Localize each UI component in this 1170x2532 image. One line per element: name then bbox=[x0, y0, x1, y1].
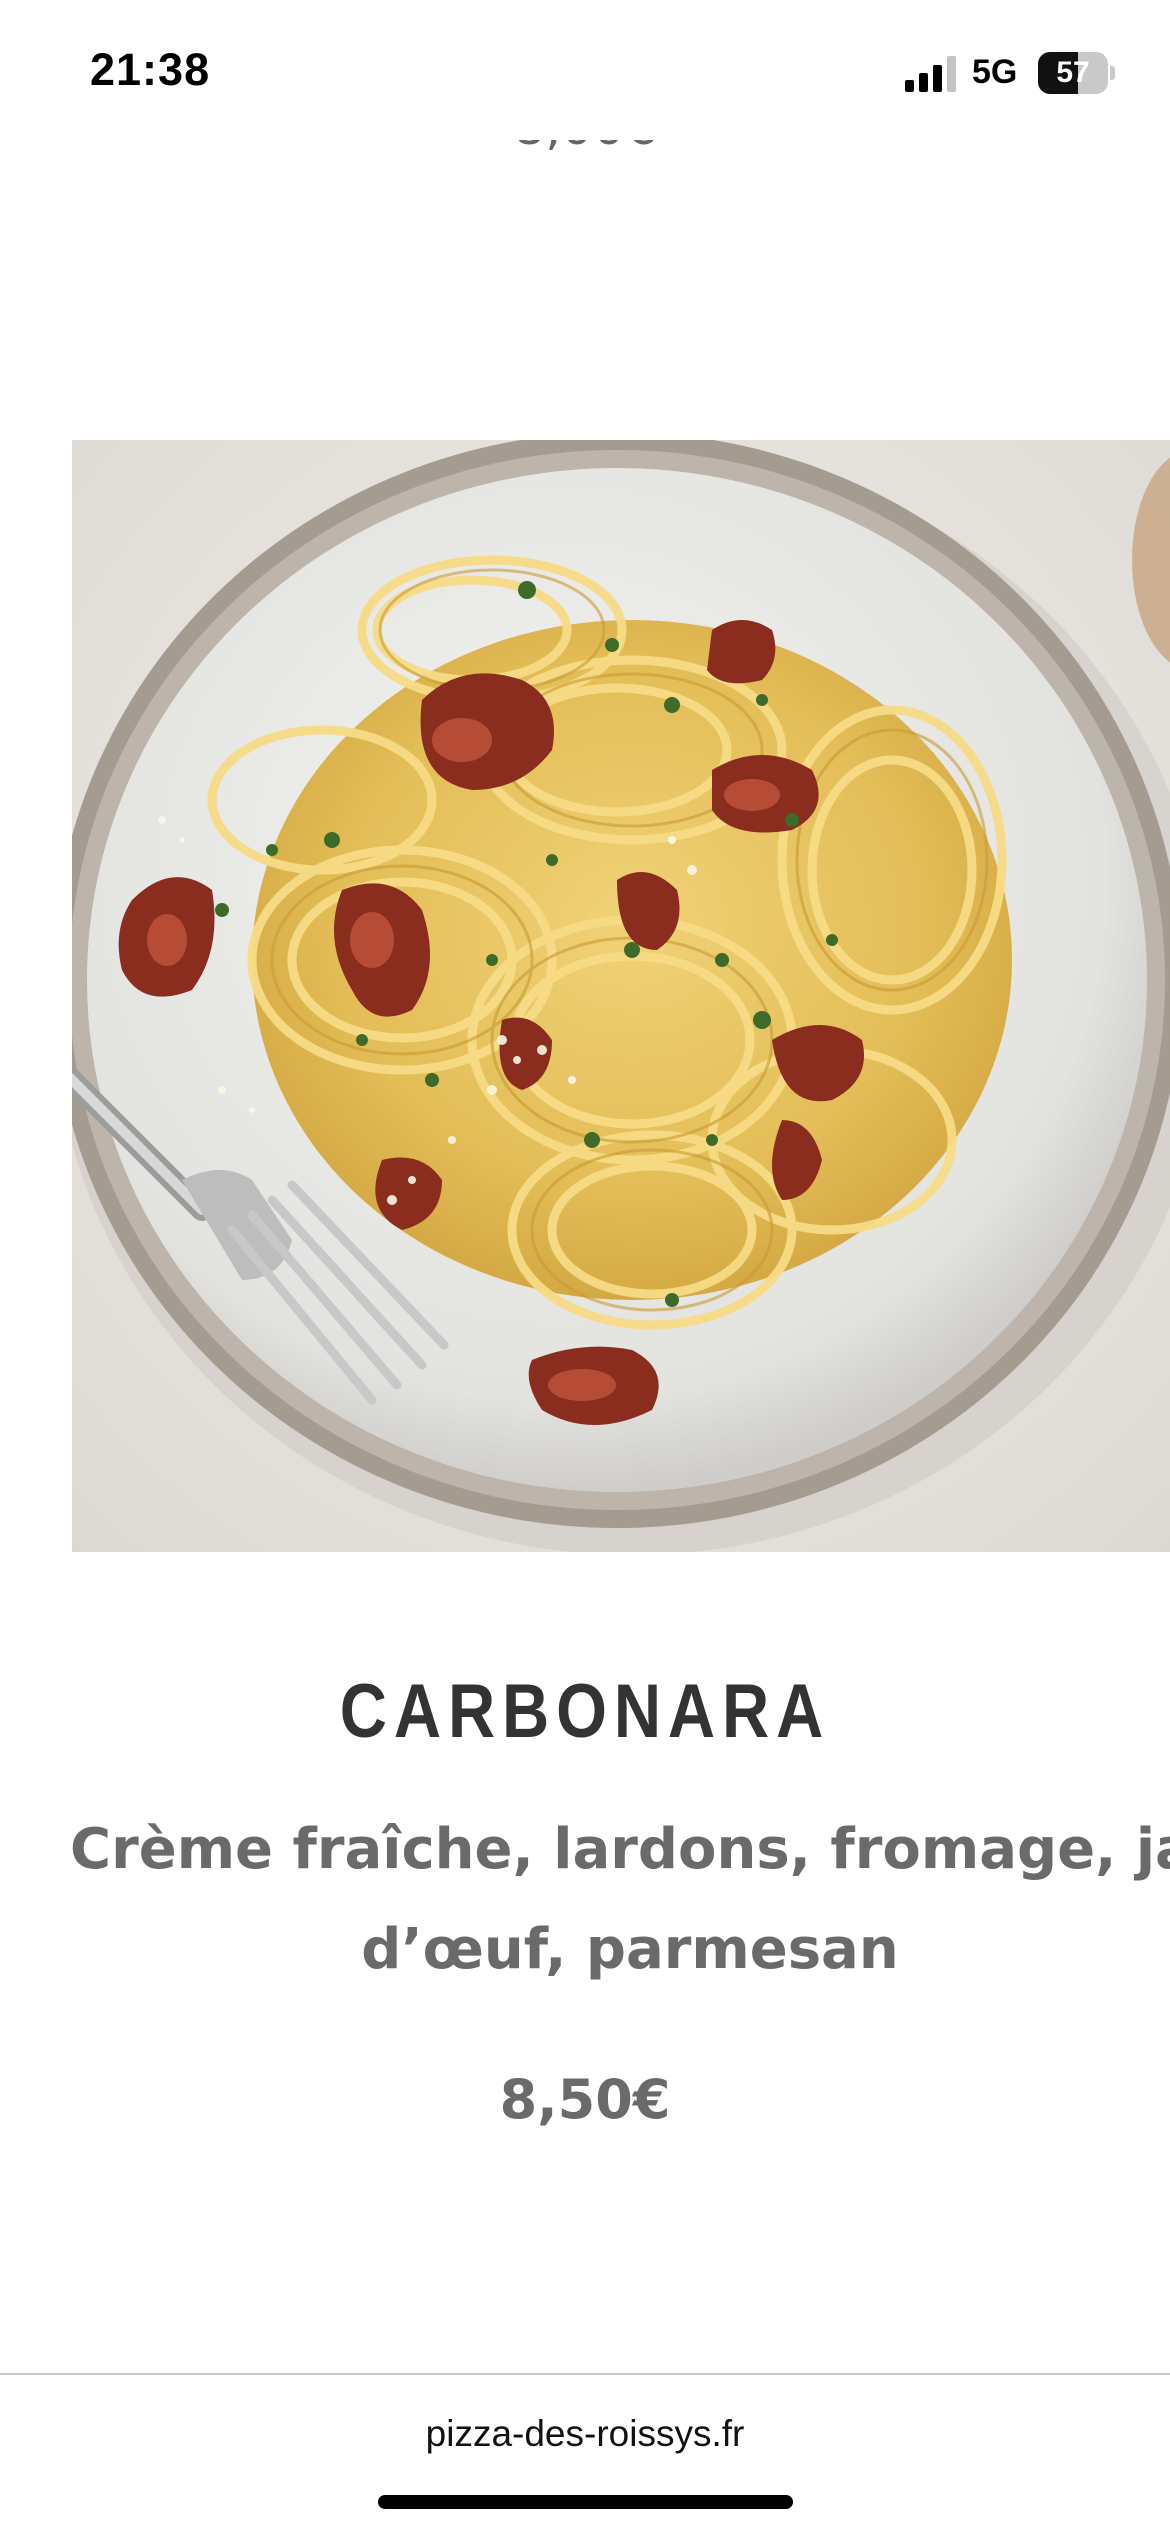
network-type-label: 5G bbox=[972, 53, 1018, 91]
status-bar: 21:38 5G 57 bbox=[0, 0, 1170, 140]
status-time: 21:38 bbox=[90, 44, 211, 95]
menu-page: 8,00€ 21:38 5G 57 bbox=[0, 0, 1170, 2532]
dish-description-line-2: d’œuf, parmesan bbox=[361, 1917, 899, 1982]
battery-level: 57 bbox=[1056, 56, 1090, 89]
carbonara-photo-illustration bbox=[72, 440, 1170, 1552]
dish-name: CARBONARA bbox=[339, 1669, 831, 1754]
battery-icon: 57 bbox=[1038, 52, 1115, 94]
dish-price: 8,50€ bbox=[499, 2068, 671, 2131]
home-indicator[interactable] bbox=[378, 2495, 793, 2509]
site-url[interactable]: pizza-des-roissys.fr bbox=[0, 2413, 1170, 2455]
dish-description-line-1: Crème fraîche, lardons, fromage, jaune bbox=[70, 1817, 1170, 1882]
browser-address-bar[interactable]: pizza-des-roissys.fr bbox=[0, 2373, 1170, 2532]
carbonara-photo bbox=[72, 440, 1170, 1552]
cellular-signal-icon bbox=[905, 56, 956, 92]
dish-description: Crème fraîche, lardons, fromage, jaune d… bbox=[70, 1800, 1170, 2000]
